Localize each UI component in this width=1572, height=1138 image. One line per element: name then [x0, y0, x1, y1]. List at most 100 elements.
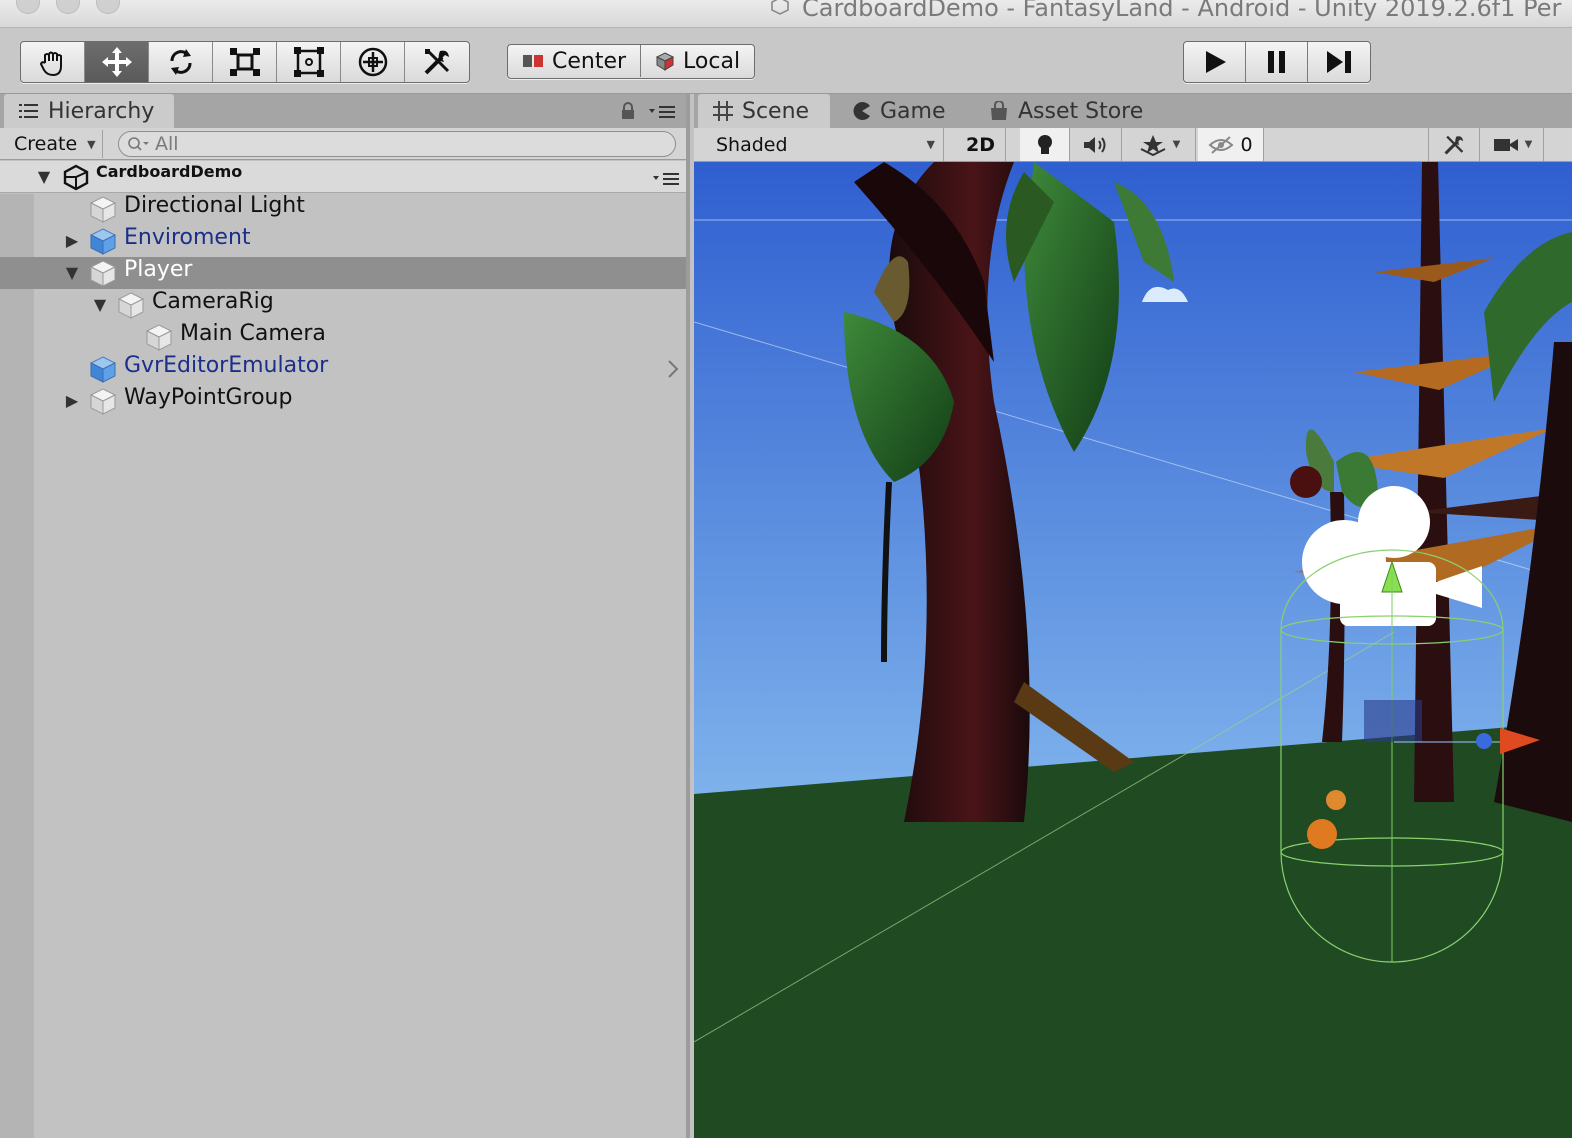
tab-hierarchy[interactable]: Hierarchy [4, 94, 174, 128]
shading-mode-dropdown[interactable]: Shaded ▼ [698, 128, 944, 161]
pivot-center-button[interactable]: Center [508, 45, 642, 77]
hierarchy-item-label: Directional Light [124, 193, 305, 218]
hierarchy-item-enviroment[interactable]: ▶ Enviroment [0, 225, 686, 257]
pacman-icon [853, 102, 870, 120]
audio-toggle[interactable] [1070, 128, 1122, 161]
transform-tools-group [20, 41, 470, 83]
unity-scene-icon [62, 163, 90, 195]
scene-viewport[interactable] [694, 162, 1572, 1138]
play-button[interactable] [1184, 42, 1246, 82]
store-icon [991, 101, 1007, 120]
close-window-button[interactable] [16, 0, 40, 14]
prefab-cube-icon [88, 226, 118, 256]
hierarchy-item-label: Player [124, 257, 193, 282]
scene-view-toolbar: Shaded ▼ 2D ▼ 0 ▼ [694, 128, 1572, 162]
hierarchy-item-gvreditoremulator[interactable]: GvrEditorEmulator [0, 353, 686, 385]
move-tool-button[interactable] [85, 42, 149, 82]
lock-icon[interactable] [620, 101, 636, 125]
move-icon [101, 47, 132, 77]
list-icon [19, 104, 38, 118]
rect-tool-button[interactable] [277, 42, 341, 82]
hierarchy-item-label: GvrEditorEmulator [124, 353, 329, 378]
open-prefab-arrow-icon[interactable] [666, 359, 680, 385]
transform-tool-button[interactable] [341, 42, 405, 82]
tab-scene[interactable]: Scene [698, 94, 830, 128]
scene-menu-icon[interactable] [652, 170, 682, 190]
hierarchy-item-directional-light[interactable]: Directional Light [0, 193, 686, 225]
hierarchy-item-waypointgroup[interactable]: ▶ WayPointGroup [0, 385, 686, 417]
playback-group [1183, 41, 1371, 83]
hierarchy-panel: Hierarchy Create ▼ All ▼ CardboardDemo D… [0, 94, 690, 1138]
hand-tool-button[interactable] [21, 42, 85, 82]
scene-expand-arrow-icon[interactable]: ▼ [36, 167, 52, 186]
scene-tools-button[interactable] [1428, 128, 1480, 161]
step-icon [1327, 51, 1351, 73]
hierarchy-item-label: CameraRig [152, 289, 274, 314]
custom-tool-button[interactable] [405, 42, 469, 82]
gameobject-cube-icon [88, 194, 118, 224]
toggle-2d-button[interactable]: 2D [956, 128, 1006, 161]
scene-camera-dropdown[interactable]: ▼ [1482, 128, 1544, 161]
tab-asset-store[interactable]: Asset Store [974, 94, 1157, 128]
speaker-icon [1083, 136, 1105, 153]
pivot-center-label: Center [552, 48, 627, 74]
tab-scene-label: Scene [742, 98, 810, 124]
pivot-center-icon [523, 55, 543, 67]
toggle-2d-label: 2D [966, 133, 995, 156]
search-icon [128, 137, 149, 151]
zoom-window-button[interactable] [96, 0, 120, 14]
unity-logo-icon [770, 0, 792, 22]
gameobject-cube-icon [144, 322, 174, 352]
gameobject-cube-icon [116, 290, 146, 320]
video-camera-icon [1493, 138, 1518, 151]
scene-root-row[interactable]: ▼ CardboardDemo [0, 161, 686, 193]
rect-icon [293, 47, 324, 77]
dropdown-arrow-icon: ▼ [926, 138, 935, 151]
step-button[interactable] [1308, 42, 1370, 82]
tools-icon [424, 49, 450, 75]
hierarchy-item-main-camera[interactable]: Main Camera [0, 321, 686, 353]
expand-arrow-icon[interactable]: ▶ [64, 391, 80, 410]
hierarchy-item-label: Enviroment [124, 225, 251, 250]
tools-icon [1444, 135, 1464, 154]
hierarchy-item-label: Main Camera [180, 321, 326, 346]
gizmos-button[interactable] [1546, 128, 1572, 161]
scene-tabbar: Scene Game Asset Store [694, 94, 1572, 128]
lightbulb-icon [1037, 134, 1052, 154]
space-local-label: Local [683, 48, 741, 74]
hierarchy-item-player[interactable]: ▼ Player [0, 257, 686, 289]
hierarchy-search-input[interactable]: All [118, 131, 676, 157]
local-cube-icon [655, 52, 675, 71]
tab-hierarchy-label: Hierarchy [48, 98, 155, 124]
hand-icon [39, 51, 62, 77]
transform-icon [358, 47, 387, 77]
tab-game[interactable]: Game [838, 94, 960, 128]
pause-button[interactable] [1246, 42, 1308, 82]
pivot-space-group: Center Local [507, 44, 756, 79]
gameobject-cube-icon [88, 258, 118, 288]
panel-menu-icon[interactable] [648, 103, 678, 123]
dropdown-arrow-icon: ▼ [87, 137, 96, 151]
scene-visibility-toggle[interactable]: 0 [1198, 128, 1264, 161]
scale-tool-button[interactable] [213, 42, 277, 82]
tab-game-label: Game [880, 98, 946, 124]
collapse-arrow-icon[interactable]: ▼ [92, 295, 108, 314]
collapse-arrow-icon[interactable]: ▼ [64, 263, 80, 282]
play-icon [1205, 51, 1226, 73]
minimize-window-button[interactable] [56, 0, 80, 14]
space-local-button[interactable]: Local [641, 45, 754, 77]
expand-arrow-icon[interactable]: ▶ [64, 231, 80, 250]
effects-dropdown[interactable]: ▼ [1124, 128, 1196, 161]
effects-icon [1140, 134, 1166, 156]
lighting-toggle[interactable] [1020, 128, 1070, 161]
window-titlebar: CardboardDemo - FantasyLand - Android - … [0, 0, 1572, 28]
create-dropdown[interactable]: Create ▼ [8, 130, 103, 158]
scene-panel: Scene Game Asset Store Shaded ▼ 2D ▼ 0 ▼ [694, 94, 1572, 1138]
create-label: Create [14, 133, 78, 155]
window-title-text: CardboardDemo - FantasyLand - Android - … [802, 0, 1562, 22]
hidden-count: 0 [1240, 133, 1253, 156]
grid-icon [713, 101, 733, 121]
dropdown-arrow-icon: ▼ [1172, 139, 1181, 150]
hierarchy-item-camerarig[interactable]: ▼ CameraRig [0, 289, 686, 321]
rotate-tool-button[interactable] [149, 42, 213, 82]
